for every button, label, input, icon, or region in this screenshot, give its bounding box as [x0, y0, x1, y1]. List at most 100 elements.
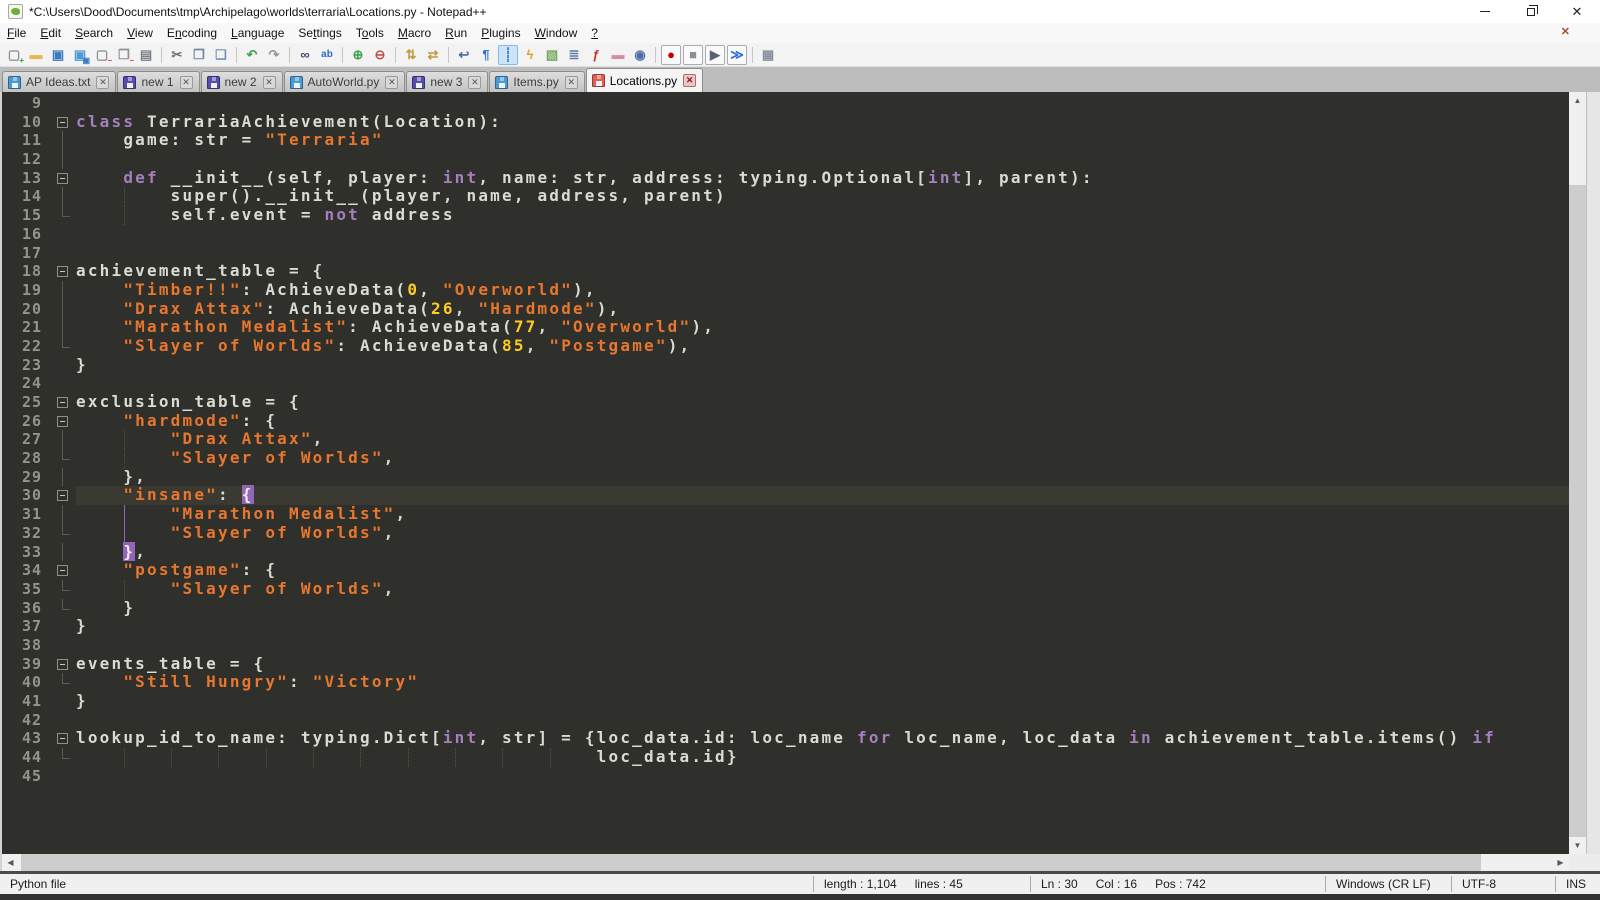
show-all-chars-icon[interactable]: ¶ [476, 45, 496, 65]
tab-close-icon[interactable]: ✕ [683, 74, 696, 87]
fold-collapse-icon[interactable] [52, 655, 76, 674]
horizontal-scrollbar[interactable]: ◀ ▶ [0, 854, 1600, 871]
function-list-icon[interactable]: ƒ [586, 45, 606, 65]
code-editor[interactable]: 910class TerrariaAchievement(Location):1… [2, 92, 1569, 854]
doc-list-icon[interactable]: ≣ [564, 45, 584, 65]
menu-file[interactable]: File [0, 24, 33, 42]
fold-margin [52, 711, 76, 730]
vertical-scroll-thumb[interactable] [1569, 185, 1586, 840]
tab-items-py[interactable]: Items.py✕ [489, 71, 584, 92]
fold-margin [52, 449, 76, 468]
tab-new-3[interactable]: new 3✕ [406, 71, 488, 92]
sync-vertical-icon[interactable]: ⇅ [401, 45, 421, 65]
tab-close-icon[interactable]: ✕ [96, 76, 109, 89]
replace-icon[interactable]: ab [317, 45, 337, 65]
tab-close-icon[interactable]: ✕ [468, 76, 481, 89]
minimize-button[interactable] [1462, 0, 1508, 23]
menu-plugins[interactable]: Plugins [474, 24, 527, 42]
code-text: "hardmode": { [76, 412, 1569, 431]
fold-margin [52, 318, 76, 337]
status-caret-position: Ln : 30Col : 16Pos : 742 [1030, 876, 1325, 892]
menu-macro[interactable]: Macro [391, 24, 438, 42]
code-text: "insane": { [76, 486, 1569, 505]
redo-icon[interactable]: ↷ [264, 45, 284, 65]
scroll-up-arrow[interactable]: ▲ [1569, 92, 1586, 109]
paste-icon[interactable]: ❏ [211, 45, 231, 65]
zoom-out-icon[interactable]: ⊖ [370, 45, 390, 65]
tab-close-icon[interactable]: ✕ [180, 76, 193, 89]
code-line: 31 "Marathon Medalist", [2, 505, 1569, 524]
menu-encoding[interactable]: Encoding [160, 24, 224, 42]
window-controls: ✕ [1462, 0, 1600, 23]
tab-autoworld-py[interactable]: AutoWorld.py✕ [284, 71, 406, 92]
monitoring-eye-icon[interactable]: ◉ [630, 45, 650, 65]
user-lang-icon[interactable]: ϟ [520, 45, 540, 65]
vertical-scrollbar[interactable]: ▲ ▼ [1569, 92, 1586, 854]
menu-run[interactable]: Run [438, 24, 474, 42]
scroll-right-arrow[interactable]: ▶ [1552, 854, 1569, 871]
fold-collapse-icon[interactable] [52, 486, 76, 505]
undo-icon[interactable]: ↶ [242, 45, 262, 65]
horizontal-scroll-track[interactable] [19, 854, 1552, 871]
scroll-left-arrow[interactable]: ◀ [2, 854, 19, 871]
find-icon[interactable]: ∞ [295, 45, 315, 65]
toolbar-separator [655, 47, 656, 63]
menu-language[interactable]: Language [224, 24, 291, 42]
fold-collapse-icon[interactable] [52, 113, 76, 132]
menu-settings[interactable]: Settings [291, 24, 348, 42]
word-wrap-icon[interactable]: ↩ [454, 45, 474, 65]
fold-margin [52, 430, 76, 449]
fold-collapse-icon[interactable] [52, 729, 76, 748]
status-insert-mode[interactable]: INS [1555, 876, 1600, 892]
fold-collapse-icon[interactable] [52, 393, 76, 412]
menu-help[interactable]: ? [584, 24, 605, 42]
horizontal-scroll-thumb[interactable] [21, 854, 1481, 871]
copy-icon[interactable]: ❐ [189, 45, 209, 65]
menu-window[interactable]: Window [528, 24, 585, 42]
fold-margin [52, 300, 76, 319]
code-line: 39events_table = { [2, 655, 1569, 674]
indent-guide [313, 748, 314, 767]
tab-close-icon[interactable]: ✕ [263, 76, 276, 89]
cut-icon[interactable]: ✂ [167, 45, 187, 65]
tab-new-1[interactable]: new 1✕ [117, 71, 199, 92]
menu-search[interactable]: Search [68, 24, 120, 42]
code-text [76, 767, 1569, 786]
fold-collapse-icon[interactable] [52, 412, 76, 431]
restore-button[interactable] [1508, 0, 1554, 23]
print-icon[interactable]: ▤ [136, 45, 156, 65]
close-all-icon[interactable]: ❐− [114, 45, 134, 65]
close-button[interactable]: ✕ [1554, 0, 1600, 23]
play-macro-icon[interactable]: ▶ [705, 45, 725, 65]
line-number: 15 [2, 206, 52, 225]
close-doc-icon[interactable]: ▢− [92, 45, 112, 65]
fold-collapse-icon[interactable] [52, 169, 76, 188]
tab-close-icon[interactable]: ✕ [385, 76, 398, 89]
code-text: self.event = not address [76, 206, 1569, 225]
zoom-in-icon[interactable]: ⊕ [348, 45, 368, 65]
save-icon[interactable]: ▣ [48, 45, 68, 65]
doc-map-icon[interactable]: ▧ [542, 45, 562, 65]
menu-tools[interactable]: Tools [349, 24, 391, 42]
sync-horizontal-icon[interactable]: ⇄ [423, 45, 443, 65]
save-macro-icon[interactable]: ▦ [758, 45, 778, 65]
indent-guide-icon[interactable]: ┊ [498, 45, 518, 65]
open-folder-icon[interactable]: ▬ [26, 45, 46, 65]
run-macro-multi-icon[interactable]: ≫ [727, 45, 747, 65]
tab-close-icon[interactable]: ✕ [565, 76, 578, 89]
record-macro-icon[interactable]: ● [661, 45, 681, 65]
fold-collapse-icon[interactable] [52, 262, 76, 281]
tab-locations-py[interactable]: Locations.py✕ [586, 68, 703, 92]
menu-view[interactable]: View [120, 24, 160, 42]
save-all-icon[interactable]: ▣▣ [70, 45, 90, 65]
scroll-down-arrow[interactable]: ▼ [1569, 837, 1586, 854]
folder-workspace-icon[interactable]: ▬ [608, 45, 628, 65]
tab-new-2[interactable]: new 2✕ [201, 71, 283, 92]
fold-collapse-icon[interactable] [52, 561, 76, 580]
stop-macro-icon[interactable]: ■ [683, 45, 703, 65]
new-file-icon[interactable]: ▢+ [4, 45, 24, 65]
menu-edit[interactable]: Edit [33, 24, 68, 42]
menubar-close-icon[interactable]: ✕ [1561, 25, 1570, 38]
line-number: 36 [2, 599, 52, 618]
tab-ap-ideas-txt[interactable]: AP Ideas.txt✕ [2, 71, 116, 92]
